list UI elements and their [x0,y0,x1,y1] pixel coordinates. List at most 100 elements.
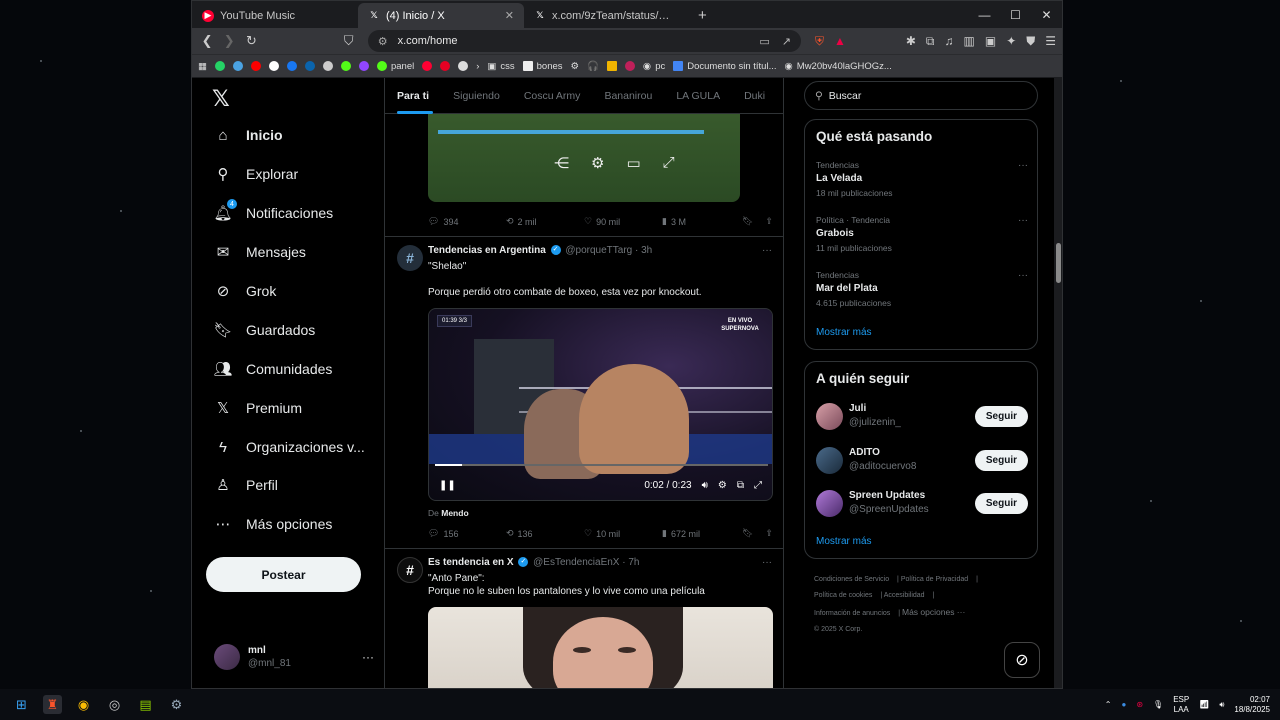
nav-item-premium[interactable]: 𝕏 Premium [214,399,302,417]
nav-item-organizaciones[interactable]: ϟ Organizaciones v... [214,438,365,456]
volume-icon[interactable]: 🔊︎ [1219,700,1224,710]
x-logo-icon[interactable]: 𝕏 [212,86,230,112]
media-icon[interactable]: ♫ [945,34,954,48]
avatar[interactable] [816,489,843,517]
nav-item-inicio[interactable]: ⌂ Inicio [214,126,282,144]
bookmark-twitch[interactable] [358,61,369,71]
bookmark-drive[interactable] [322,61,333,71]
follow-button[interactable]: Seguir [974,492,1028,514]
extensions-icon[interactable]: ✱ [906,34,916,48]
trend-item[interactable]: Tendencias Mar del Plata 4.615 publicaci… [816,270,1028,308]
author-handle[interactable]: @EsTendenciaEnX [533,557,619,568]
site-info-icon[interactable]: ⚙ [378,35,388,48]
nav-item-mensajes[interactable]: ✉ Mensajes [214,243,306,261]
chevron-up-icon[interactable]: ⌃ [1105,700,1112,709]
tab-x-home[interactable]: 𝕏 (4) Inicio / X ✕ [358,3,524,28]
views-button[interactable]: ▮ 672 mil [662,528,732,539]
new-tab-button[interactable]: + [690,7,715,28]
follow-suggestion[interactable]: ADITO @aditocuervo8 Seguir [816,446,1028,474]
video-progress-bar[interactable] [435,464,768,466]
forward-icon[interactable]: ❯ [220,31,238,51]
bookmark-css[interactable]: ▣ css [487,61,514,72]
leo-icon[interactable]: ✦ [1006,34,1016,48]
settings-icon[interactable]: ⚙ [591,154,604,172]
fullscreen-icon[interactable]: ⤢ [663,154,675,172]
source-name[interactable]: Mendo [441,508,468,518]
post-image[interactable] [428,607,773,688]
back-icon[interactable]: ❮ [198,31,216,51]
bookmark-steam[interactable]: ⚙ [571,61,580,72]
winrar-icon[interactable]: ▤ [136,695,155,714]
bookmark-panel[interactable]: panel [376,61,414,72]
show-more-follow-link[interactable]: Mostrar más [816,536,872,547]
wallet-icon[interactable]: ▣ [985,34,996,48]
tab-x-status[interactable]: 𝕏 x.com/9zTeam/status/19571743128... [524,3,690,28]
show-more-trends-link[interactable]: Mostrar más [816,327,872,338]
nav-item-grok[interactable]: ⊘ Grok [214,282,277,300]
follow-suggestion[interactable]: Juli @julizenin_ Seguir [816,402,1028,430]
bookmark-google[interactable] [268,61,279,71]
footer-link[interactable]: Política de Privacidad [901,576,968,583]
tab-duki[interactable]: Duki [744,78,777,114]
like-button[interactable]: ♡ 90 mil [584,216,662,227]
footer-link[interactable]: Información de anuncios [814,610,890,617]
bookmark-icon[interactable]: 🔖︎ [742,528,753,539]
bookmark-facebook[interactable] [286,61,297,71]
bookmark-page-icon[interactable]: ⛉ [340,31,358,51]
bookmark-x[interactable]: › [476,61,479,72]
share-icon[interactable]: ⋲ [554,154,569,172]
language-indicator[interactable]: ESP LAA [1173,695,1189,715]
settings-icon[interactable]: ⚙ [167,695,186,714]
bookmark-whatsapp[interactable] [214,61,225,71]
bookmark-pinterest[interactable] [440,61,451,71]
reload-icon[interactable]: ↻ [242,31,260,51]
minimize-icon[interactable]: — [969,1,1000,28]
bookmark-icon[interactable]: 🔖︎ [742,216,753,227]
nav-item-mas-opciones[interactable]: ⋯ Más opciones [214,515,333,533]
reply-button[interactable]: 💬︎ 394 [428,216,506,227]
post-time[interactable]: 7h [628,557,639,568]
views-button[interactable]: ▮ 3 M [662,216,732,227]
brave-rewards-icon[interactable]: ▲ [834,34,846,48]
post-time[interactable]: 3h [641,245,652,256]
search-input[interactable]: ⚲ Buscar [804,81,1038,110]
like-button[interactable]: ♡ 10 mil [584,528,662,539]
more-icon[interactable]: ··· [1018,215,1028,226]
author-handle[interactable]: @porqueTTarg [565,245,632,256]
avatar[interactable] [816,446,843,474]
bookmark-cloud[interactable] [232,61,243,71]
follow-button[interactable]: Seguir [974,449,1028,471]
bookmark-bones[interactable]: bones [522,61,563,72]
footer-link[interactable]: Más opciones ··· [902,607,965,617]
grok-fab-button[interactable]: ⊘ [1004,642,1040,678]
bookmark-youtube[interactable] [250,61,261,71]
trend-item[interactable]: Política · Tendencia Grabois 11 mil publ… [816,215,1028,253]
wifi-icon[interactable]: 📶︎ [1199,700,1209,709]
pip-icon[interactable]: ⧉ [737,480,744,491]
nav-item-notificaciones[interactable]: 🔔︎ 4 Notificaciones [213,199,333,222]
repost-button[interactable]: ⟲ 136 [506,528,584,539]
trend-item[interactable]: Tendencias La Velada 18 mil publicacione… [816,160,1028,198]
more-icon[interactable]: ··· [362,650,374,664]
bookmark-pc[interactable]: ◉ pc [643,61,665,72]
post-video-thumbnail[interactable]: ⋲ ⚙ ▭ ⤢ [428,114,740,202]
tab-siguiendo[interactable]: Siguiendo [453,78,512,114]
nav-item-comunidades[interactable]: 👥︎ Comunidades [213,360,332,378]
volume-icon[interactable]: 🔊︎ [702,480,708,491]
share-icon[interactable]: ↗ [782,35,791,48]
avatar[interactable]: # [397,557,423,583]
footer-link[interactable]: Condiciones de Servicio [814,576,889,583]
brave-icon[interactable]: ♜ [43,695,62,714]
bookmark-github-gist[interactable]: ◉ Mw20bv40laGHOGz... [784,61,891,72]
pause-icon[interactable]: ❚❚ [439,480,456,491]
sidebar-icon[interactable]: ▥ [964,34,975,48]
tab-bananirou[interactable]: Bananirou [604,78,664,114]
chrome-icon[interactable]: ◉ [74,695,93,714]
repost-button[interactable]: ⟲ 2 mil [506,216,584,227]
microphone-icon[interactable]: 🎙︎ [1153,700,1163,709]
more-icon[interactable]: ··· [762,245,772,256]
maximize-icon[interactable]: ☐ [1000,1,1031,28]
bookmark-headphones[interactable]: 🎧 [587,61,599,72]
menu-icon[interactable]: ☰ [1045,34,1056,48]
scrollbar-thumb[interactable] [1056,243,1061,283]
